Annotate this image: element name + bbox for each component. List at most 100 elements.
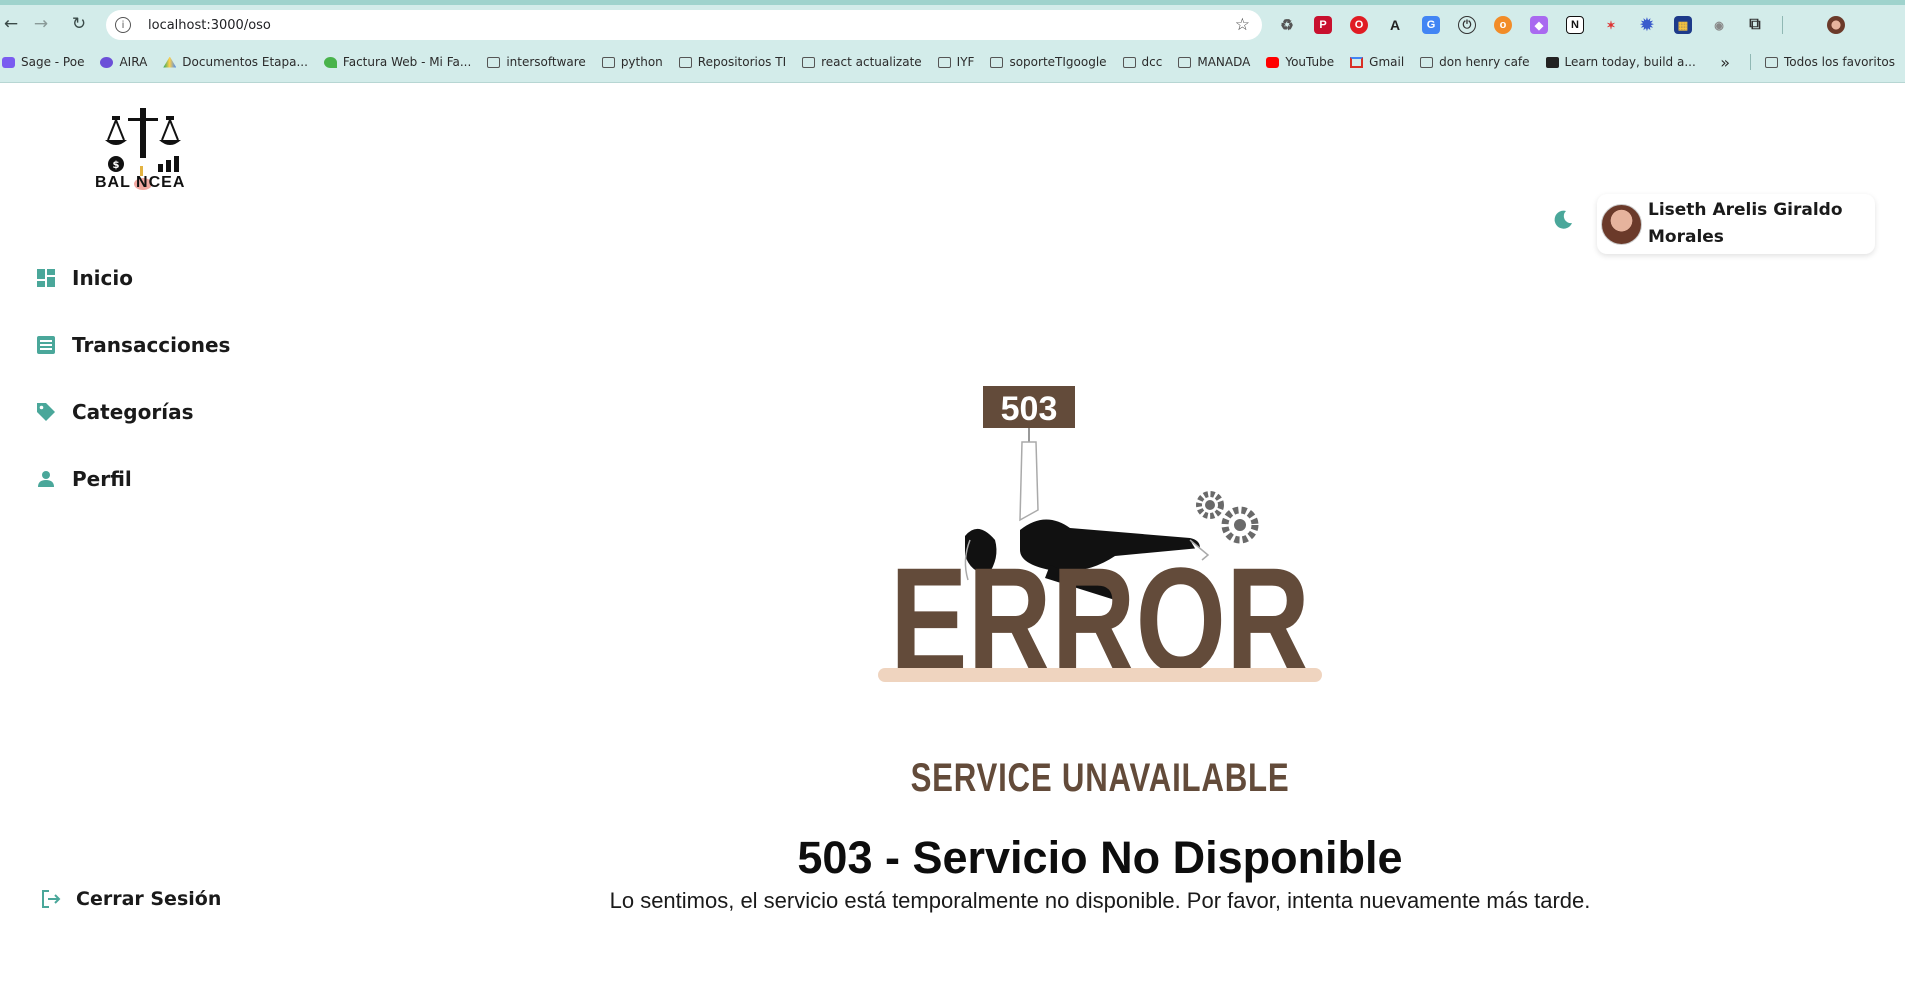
translate-extension-icon[interactable]: G	[1422, 16, 1440, 34]
youtube-icon	[1266, 56, 1280, 68]
sidebar-item-transacciones[interactable]: Transacciones	[34, 311, 334, 378]
error-title: 503 - Servicio No Disponible	[797, 832, 1403, 883]
bookmark-folder[interactable]: python	[601, 55, 663, 69]
service-unavailable-text: SERVICE UNAVAILABLE	[910, 756, 1290, 800]
all-bookmarks-folder[interactable]: Todos los favoritos	[1784, 55, 1895, 69]
bookmark-label: Documentos Etapa...	[182, 55, 308, 69]
power-extension-icon[interactable]: ⏻	[1458, 16, 1476, 34]
folder-icon	[678, 56, 692, 68]
svg-text:$: $	[113, 160, 120, 171]
bookmarks-right: » Todos los favoritos	[1720, 50, 1895, 74]
bookmark-label: IYF	[956, 55, 975, 69]
bookmark-label: dcc	[1141, 55, 1163, 69]
bookmark-label: python	[620, 55, 663, 69]
bookmark-folder[interactable]: react actualizate	[802, 55, 922, 69]
sidebar-item-inicio[interactable]: Inicio	[34, 244, 334, 311]
angular-extension-icon[interactable]: A	[1386, 16, 1404, 34]
site-info-icon[interactable]: i	[115, 17, 131, 33]
bookmark-item[interactable]: Gmail	[1350, 55, 1404, 69]
notion-extension-icon[interactable]: N	[1566, 16, 1584, 34]
aira-icon	[100, 56, 114, 68]
recycle-extension-icon[interactable]: ♻	[1278, 16, 1296, 34]
bookmark-item[interactable]: Documentos Etapa...	[163, 55, 308, 69]
error-sign-code: 503	[1001, 390, 1058, 428]
octopus-extension-icon[interactable]: o	[1494, 16, 1512, 34]
bookmark-label: Gmail	[1369, 55, 1405, 69]
more-bookmarks-chevron-icon[interactable]: »	[1720, 53, 1730, 72]
folder-icon	[937, 56, 951, 68]
bookmark-folder[interactable]: intersoftware	[487, 55, 586, 69]
bookmark-item[interactable]: Sage - Poe	[2, 55, 84, 69]
gear-extension-icon[interactable]: ✹	[1638, 16, 1656, 34]
error-message: Lo sentimos, el servicio está temporalme…	[609, 888, 1591, 913]
list-icon	[34, 333, 58, 357]
bookmark-folder[interactable]: don henry cafe	[1420, 55, 1530, 69]
bookmark-folder[interactable]: Repositorios TI	[678, 55, 786, 69]
logo-wordmark: BAL NCEA	[95, 174, 186, 191]
address-bar[interactable]: i localhost:3000/oso ☆	[106, 10, 1262, 40]
folder-icon	[1765, 56, 1778, 68]
profile-avatar-icon[interactable]	[1827, 16, 1845, 34]
tag-icon	[34, 400, 58, 424]
folder-icon	[1420, 56, 1434, 68]
app-page: $ BAL NCEA Inicio Transacciones Categorí…	[0, 84, 1905, 992]
sidebar-nav: Inicio Transacciones Categorías Perfil	[34, 244, 334, 512]
bookmark-folder[interactable]: dcc	[1122, 55, 1163, 69]
logout-label: Cerrar Sesión	[76, 888, 222, 910]
gradient-extension-icon[interactable]: ◆	[1530, 16, 1548, 34]
bookmark-folder[interactable]: MANADA	[1178, 55, 1250, 69]
avatar[interactable]	[1601, 203, 1642, 245]
folder-icon	[487, 56, 501, 68]
bookmark-star-icon[interactable]: ☆	[1235, 15, 1250, 35]
sidebar-item-categorias[interactable]: Categorías	[34, 378, 334, 445]
reload-icon[interactable]: ↻	[68, 13, 90, 35]
bookmark-label: don henry cafe	[1439, 55, 1530, 69]
folder-icon	[802, 56, 816, 68]
bookmark-label: YouTube	[1285, 55, 1335, 69]
puzzle-extensions-icon[interactable]: ⧉	[1746, 16, 1764, 34]
sidebar-item-perfil[interactable]: Perfil	[34, 445, 334, 512]
bookmark-folder[interactable]: soporteTIgoogle	[990, 55, 1107, 69]
bookmark-item[interactable]: YouTube	[1266, 55, 1334, 69]
browser-chrome: ← → ↻ i localhost:3000/oso ☆ ♻ P O A G ⏻…	[0, 0, 1905, 83]
tab-strip-edge	[0, 0, 1905, 5]
gear-icon	[1196, 491, 1259, 544]
opera-extension-icon[interactable]: O	[1350, 16, 1368, 34]
bookmark-label: intersoftware	[506, 55, 586, 69]
logout-icon	[42, 890, 61, 908]
user-name: Liseth Arelis Giraldo Morales	[1648, 200, 1843, 247]
sidebar-item-label: Categorías	[72, 399, 194, 424]
gmail-icon	[1350, 56, 1364, 68]
sidebar-item-label: Transacciones	[72, 332, 231, 357]
bookmarks-bar: Sage - Poe AIRA Documentos Etapa... Fact…	[0, 50, 1905, 74]
bookmark-label: MANADA	[1197, 55, 1251, 69]
bookmark-label: react actualizate	[821, 55, 922, 69]
bookmark-label: Learn today, build a...	[1564, 55, 1696, 69]
error-illustration: 503 ERROR	[878, 386, 1322, 700]
folder-icon	[601, 56, 615, 68]
grid-extension-icon[interactable]: ▦	[1674, 16, 1692, 34]
bookmark-label: Factura Web - Mi Fa...	[342, 55, 472, 69]
bookmark-folder[interactable]: IYF	[937, 55, 975, 69]
poe-icon	[2, 56, 15, 68]
bookmark-item[interactable]: AIRA	[100, 55, 147, 69]
folder-icon	[1122, 56, 1136, 68]
bookmark-item[interactable]: Factura Web - Mi Fa...	[323, 55, 472, 69]
person-icon	[34, 467, 58, 491]
bookmark-item[interactable]: Learn today, build a...	[1545, 55, 1696, 69]
logout-button[interactable]: Cerrar Sesión	[40, 888, 221, 910]
user-profile-card[interactable]: Liseth Arelis Giraldo Morales	[1597, 194, 1875, 254]
folder-icon	[990, 56, 1004, 68]
sparkle-extension-icon[interactable]: ✶	[1602, 16, 1620, 34]
forward-arrow-icon[interactable]: →	[30, 13, 52, 35]
toolbar-divider	[1782, 16, 1783, 34]
sidebar-item-label: Perfil	[72, 466, 132, 491]
address-url[interactable]: localhost:3000/oso	[148, 18, 271, 33]
camera-extension-icon[interactable]: ◉	[1710, 16, 1728, 34]
back-arrow-icon[interactable]: ←	[0, 13, 22, 35]
sidebar-item-label: Inicio	[72, 265, 133, 290]
moon-icon[interactable]	[1551, 208, 1575, 232]
folder-icon	[1178, 56, 1192, 68]
drive-icon	[163, 56, 177, 68]
pdf-extension-icon[interactable]: P	[1314, 16, 1332, 34]
